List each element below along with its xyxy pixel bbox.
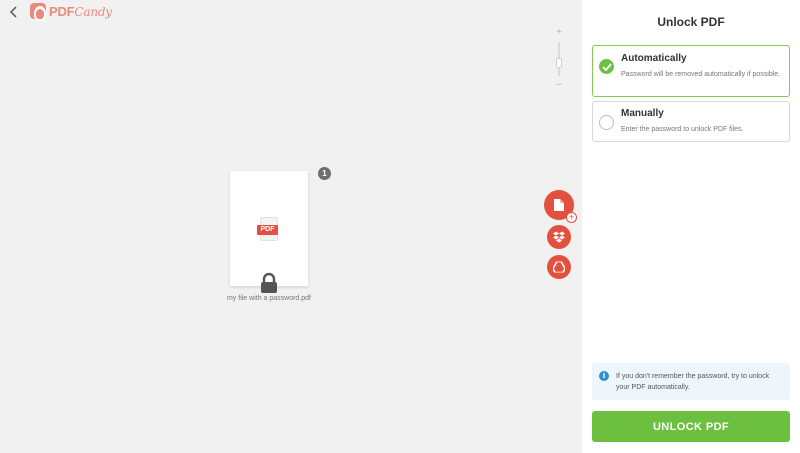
info-icon: i — [599, 371, 609, 381]
zoom-in-button[interactable]: + — [552, 28, 566, 38]
zoom-out-button[interactable]: – — [552, 80, 566, 90]
option-automatically[interactable]: Automatically Password will be removed a… — [592, 45, 790, 97]
logo-text: PDFCandy — [49, 3, 112, 19]
pdfcandy-logo-icon — [30, 3, 46, 21]
zoom-slider-thumb[interactable] — [556, 58, 562, 68]
option-description: Enter the password to unlock PDF files. — [621, 126, 744, 133]
file-name: my file with a password.pdf — [226, 295, 312, 302]
option-label: Manually — [621, 108, 664, 119]
add-file-icon — [554, 199, 564, 211]
options-panel: Unlock PDF Automatically Password will b… — [582, 0, 800, 453]
option-manually[interactable]: Manually Enter the password to unlock PD… — [592, 101, 790, 142]
google-drive-button[interactable] — [547, 255, 571, 279]
file-thumbnail[interactable]: PDF — [230, 171, 308, 286]
dropbox-icon — [553, 231, 565, 243]
page-count-badge: 1 — [318, 167, 331, 180]
file-type-tag: PDF — [257, 225, 278, 235]
chevron-left-icon[interactable] — [6, 4, 22, 20]
add-file-button[interactable]: + — [544, 190, 577, 223]
lock-icon — [258, 272, 280, 294]
info-box: i If you don't remember the password, tr… — [592, 363, 790, 400]
check-icon — [602, 63, 612, 71]
radio-checked[interactable] — [599, 59, 614, 74]
info-text: If you don't remember the password, try … — [616, 373, 770, 391]
pdf-file-icon: PDF — [257, 217, 281, 241]
radio-unchecked[interactable] — [599, 115, 614, 130]
dropbox-button[interactable] — [547, 225, 571, 249]
unlock-pdf-button[interactable]: UNLOCK PDF — [592, 411, 790, 442]
option-description: Password will be removed automatically i… — [621, 71, 781, 78]
workspace: PDFCandy + – PDF 1 my file with a passwo… — [0, 0, 582, 453]
google-drive-icon — [553, 261, 565, 273]
zoom-control: + – — [552, 28, 566, 90]
app-logo[interactable]: PDFCandy — [30, 3, 112, 21]
option-label: Automatically — [621, 53, 687, 64]
plus-icon: + — [566, 212, 577, 223]
panel-title: Unlock PDF — [657, 15, 725, 29]
